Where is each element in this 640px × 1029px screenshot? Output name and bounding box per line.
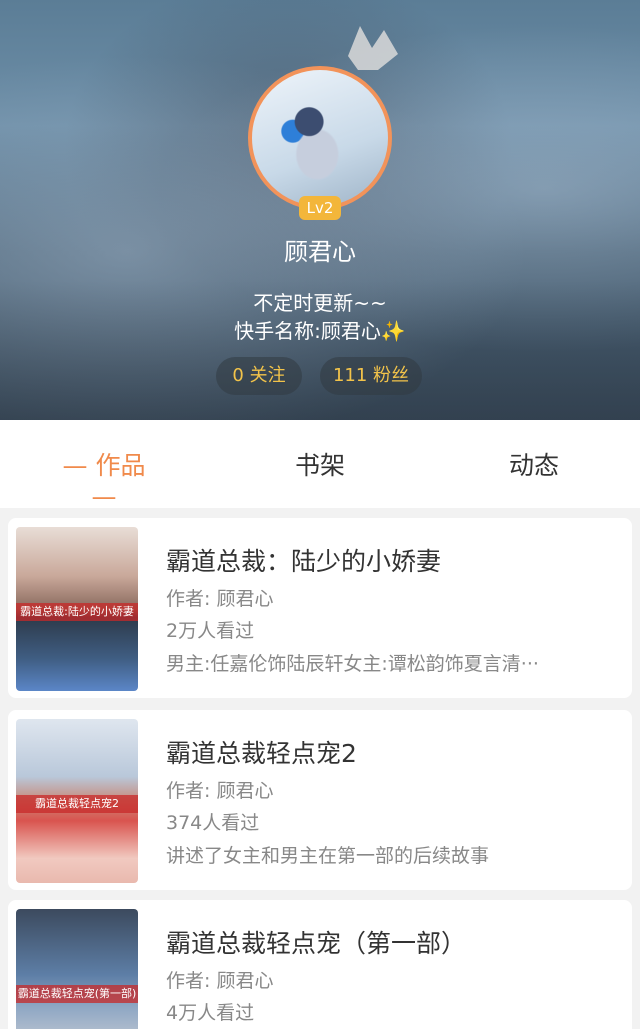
book-card[interactable]: 霸道总裁轻点宠(第一部) 霸道总裁轻点宠（第一部） 作者: 顾君心 4万人看过 [8,900,632,1029]
book-card[interactable]: 霸道总裁:陆少的小娇妻 霸道总裁：陆少的小娇妻 作者: 顾君心 2万人看过 男主… [8,518,632,698]
cover-title: 霸道总裁轻点宠2 [16,795,138,813]
following-count[interactable]: 0 关注 [216,357,302,395]
book-description: 男主:任嘉伦饰陆辰轩女主:谭松韵饰夏言清··· [166,653,539,675]
book-cover: 霸道总裁:陆少的小娇妻 [16,527,138,691]
book-description: 讲述了女主和男主在第一部的后续故事 [166,845,490,867]
book-title: 霸道总裁轻点宠2 [166,739,357,768]
bio-line-1: 不定时更新~~ [253,291,387,315]
book-cover: 霸道总裁轻点宠(第一部) [16,909,138,1029]
cover-title: 霸道总裁轻点宠(第一部) [16,985,138,1003]
book-title: 霸道总裁轻点宠（第一部） [166,929,467,958]
tab-bookshelf[interactable]: 书架 [260,446,380,482]
book-views: 374人看过 [166,812,260,834]
book-views: 2万人看过 [166,620,255,642]
tab-bar: — 作品 — 书架 动态 [0,420,640,511]
avatar[interactable] [248,66,392,210]
book-author: 作者: 顾君心 [166,970,274,992]
book-author: 作者: 顾君心 [166,780,274,802]
cover-title: 霸道总裁:陆少的小娇妻 [16,603,138,621]
tab-works[interactable]: — 作品 — [48,446,160,511]
bio-line-2-text: 快手名称:顾君心 [234,319,381,343]
book-card[interactable]: 霸道总裁轻点宠2 霸道总裁轻点宠2 作者: 顾君心 374人看过 讲述了女主和男… [8,710,632,890]
username: 顾君心 [284,238,356,266]
book-views: 4万人看过 [166,1002,255,1024]
tab-feed[interactable]: 动态 [474,446,594,482]
book-title: 霸道总裁：陆少的小娇妻 [166,547,442,576]
sparkle-icon: ✨ [380,319,406,343]
profile-header: Lv2 顾君心 不定时更新~~ 快手名称:顾君心✨ 0 关注 111 粉丝 [0,0,640,420]
book-author: 作者: 顾君心 [166,588,274,610]
fans-count[interactable]: 111 粉丝 [320,357,422,395]
book-cover: 霸道总裁轻点宠2 [16,719,138,883]
bio-line-2: 快手名称:顾君心✨ [0,315,640,344]
level-badge: Lv2 [299,196,341,220]
